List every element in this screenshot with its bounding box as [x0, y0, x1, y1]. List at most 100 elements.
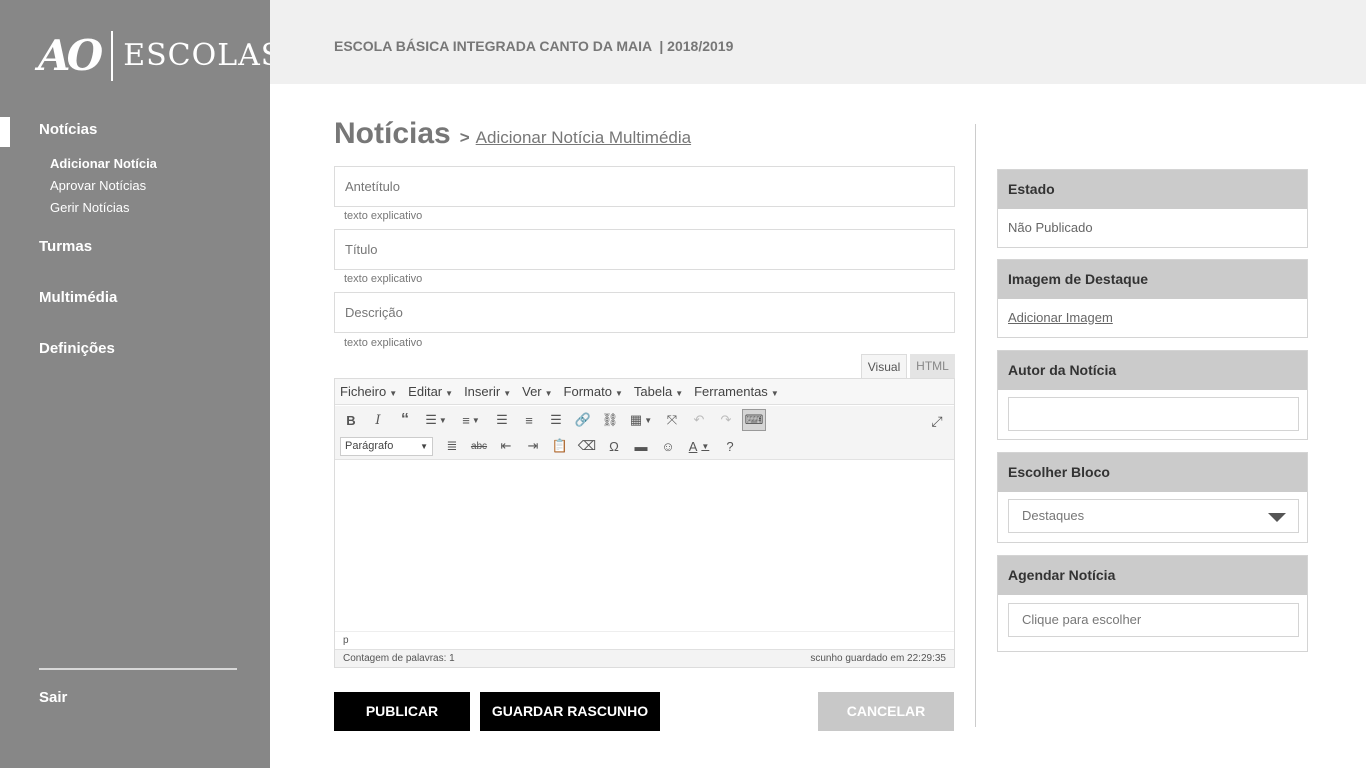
chevron-down-icon: ▼: [675, 389, 684, 398]
menu-inserir-label: Inserir: [464, 384, 501, 399]
antetitulo-hint: texto explicativo: [344, 210, 423, 222]
help-icon[interactable]: ?: [719, 435, 741, 457]
sidebar-subitem-adicionar-noticia[interactable]: Adicionar Notícia: [50, 156, 157, 171]
fullscreen-icon[interactable]: ⤧: [661, 409, 683, 431]
bullet-list-icon[interactable]: ☰ ▼: [421, 409, 451, 431]
page-title-main: Notícias: [334, 117, 451, 150]
italic-icon[interactable]: I: [367, 409, 389, 431]
tab-html[interactable]: HTML: [910, 354, 955, 379]
redo-icon[interactable]: ↷: [715, 409, 737, 431]
page-title: Notícias > Adicionar Notícia Multimédia: [334, 117, 691, 151]
chevron-down-icon: ▼: [420, 441, 428, 451]
horizontal-rule-icon[interactable]: ▬: [630, 435, 652, 457]
table-icon[interactable]: ▦ ▼: [626, 409, 656, 431]
menu-ferramentas[interactable]: Ferramentas ▼: [694, 384, 779, 399]
logo-text: ESCOLAS: [123, 38, 283, 73]
add-image-link[interactable]: Adicionar Imagem: [1008, 310, 1113, 325]
indent-icon[interactable]: ⇥: [522, 435, 544, 457]
numbered-list-icon[interactable]: ≡ ▼: [456, 409, 486, 431]
brand-logo[interactable]: AO ESCOLAS: [38, 30, 282, 82]
undo-icon[interactable]: ↶: [688, 409, 710, 431]
dropdown-arrow-icon: [1268, 513, 1286, 522]
blockquote-icon[interactable]: “: [394, 409, 416, 431]
sidebar: AO ESCOLAS Notícias Adicionar Notícia Ap…: [0, 0, 281, 768]
strikethrough-icon[interactable]: abc: [468, 435, 490, 457]
panel-agendar: Agendar Notícia Clique para escolher: [997, 555, 1308, 652]
menu-ferramentas-label: Ferramentas: [694, 384, 768, 399]
menu-ver-label: Ver: [522, 384, 542, 399]
descricao-input[interactable]: Descrição: [334, 292, 955, 333]
titulo-input[interactable]: Título: [334, 229, 955, 270]
editor-statusbar: Contagem de palavras: 1 scunho guardado …: [335, 649, 954, 667]
menu-tabela-label: Tabela: [633, 384, 673, 399]
menu-editar[interactable]: Editar ▼: [408, 384, 453, 399]
outdent-icon[interactable]: ⇤: [495, 435, 517, 457]
menu-tabela[interactable]: Tabela ▼: [634, 384, 683, 399]
tab-visual[interactable]: Visual: [861, 354, 907, 379]
omega-icon[interactable]: Ω: [603, 435, 625, 457]
sidebar-subitem-aprovar-noticias[interactable]: Aprovar Notícias: [50, 178, 146, 193]
logout-link[interactable]: Sair: [39, 689, 67, 706]
panel-agendar-title: Agendar Notícia: [998, 556, 1307, 595]
menu-ficheiro-label: Ficheiro: [340, 384, 387, 399]
text-color-icon[interactable]: A ▼: [684, 435, 714, 457]
block-select-value: Destaques: [1022, 508, 1085, 523]
schedule-date-input[interactable]: Clique para escolher: [1008, 603, 1299, 637]
chevron-down-icon: ▼: [503, 389, 512, 398]
align-left-icon[interactable]: ☰: [491, 409, 513, 431]
menu-formato-label: Formato: [563, 384, 612, 399]
cancel-button[interactable]: CANCELAR: [818, 692, 954, 731]
paste-icon[interactable]: 📋: [549, 435, 571, 457]
chevron-down-icon: ▼: [770, 389, 779, 398]
paragraph-format-select[interactable]: Parágrafo ▼: [340, 436, 433, 456]
sidebar-divider: [39, 668, 237, 670]
save-draft-button[interactable]: GUARDAR RASCUNHO: [480, 692, 660, 731]
chevron-down-icon: ▼: [389, 389, 398, 398]
emoji-icon[interactable]: ☺: [657, 435, 679, 457]
align-right-icon[interactable]: ☰: [545, 409, 567, 431]
align-center-icon[interactable]: ≡: [518, 409, 540, 431]
menu-inserir[interactable]: Inserir ▼: [464, 384, 511, 399]
paragraph-format-value: Parágrafo: [345, 439, 394, 452]
nav-active-indicator: [0, 117, 10, 147]
bold-icon[interactable]: B: [340, 409, 362, 431]
menu-editar-label: Editar: [408, 384, 443, 399]
menu-ver[interactable]: Ver ▼: [522, 384, 552, 399]
expand-icon[interactable]: ⤢: [926, 410, 948, 432]
block-select[interactable]: Destaques: [1008, 499, 1299, 533]
chevron-down-icon: ▼: [614, 389, 623, 398]
titulo-hint: texto explicativo: [344, 273, 423, 285]
school-title: ESCOLA BÁSICA INTEGRADA CANTO DA MAIA | …: [334, 38, 734, 54]
editor-toolbar: B I “ ☰ ▼ ≡ ▼ ☰ ≡ ☰ 🔗 ⛓ ▦ ▼ ⤧ ↶ ↷ ⌨ ⤢ Parág…: [335, 406, 954, 460]
breadcrumb-link[interactable]: Adicionar Notícia Multimédia: [476, 128, 691, 148]
column-divider: [975, 124, 976, 727]
sidebar-subitem-gerir-noticias[interactable]: Gerir Notícias: [50, 200, 129, 215]
menu-formato[interactable]: Formato ▼: [564, 384, 623, 399]
editor-menubar: Ficheiro ▼ Editar ▼ Inserir ▼ Ver ▼ Formato ▼…: [335, 379, 954, 405]
publish-button[interactable]: PUBLICAR: [334, 692, 470, 731]
sidebar-item-noticias[interactable]: Notícias: [39, 121, 97, 138]
estado-value: Não Publicado: [1008, 220, 1093, 235]
panel-estado: Estado Não Publicado: [997, 169, 1308, 248]
eraser-icon[interactable]: ⌫: [576, 435, 598, 457]
menu-ficheiro[interactable]: Ficheiro ▼: [340, 384, 397, 399]
descricao-hint: texto explicativo: [344, 337, 423, 349]
unlink-icon[interactable]: ⛓: [599, 409, 621, 431]
sidebar-item-multimedia[interactable]: Multimédia: [39, 289, 117, 306]
sidebar-item-turmas[interactable]: Turmas: [39, 238, 92, 255]
editor-content-area[interactable]: [335, 461, 954, 631]
keyboard-icon[interactable]: ⌨: [742, 409, 766, 431]
panel-imagem-destaque: Imagem de Destaque Adicionar Imagem: [997, 259, 1308, 338]
panel-bloco: Escolher Bloco Destaques: [997, 452, 1308, 543]
antetitulo-input[interactable]: Antetítulo: [334, 166, 955, 207]
logo-divider: [111, 31, 114, 81]
panel-estado-title: Estado: [998, 170, 1307, 209]
word-count: Contagem de palavras: 1: [343, 653, 455, 664]
justify-icon[interactable]: ≣: [441, 435, 463, 457]
panel-autor-title: Autor da Notícia: [998, 351, 1307, 390]
author-input[interactable]: [1008, 397, 1299, 431]
chevron-down-icon: ▼: [445, 389, 454, 398]
rich-text-editor: Ficheiro ▼ Editar ▼ Inserir ▼ Ver ▼ Formato ▼…: [334, 378, 955, 668]
sidebar-item-definicoes[interactable]: Definições: [39, 340, 115, 357]
link-icon[interactable]: 🔗: [572, 409, 594, 431]
